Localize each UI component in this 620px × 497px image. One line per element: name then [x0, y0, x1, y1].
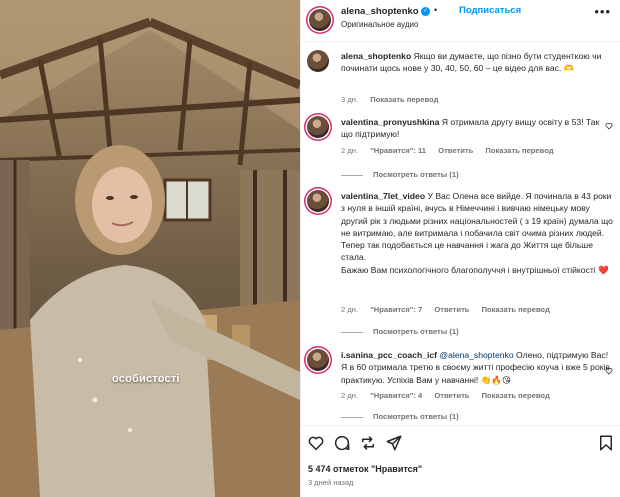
caption-meta: 3 дн. Показать перевод [341, 95, 448, 104]
repost-icon[interactable] [359, 434, 377, 452]
comment-reply-link[interactable]: Ответить [434, 305, 469, 314]
caption-avatar[interactable] [307, 50, 329, 72]
comment-reply-link[interactable]: Ответить [434, 391, 469, 400]
replies-divider-line [341, 331, 363, 333]
comment-likes-count[interactable]: "Нравится": 7 [370, 305, 422, 314]
comment-item: i.sanina_pcc_coach_icf @alena_shoptenko … [301, 347, 620, 425]
comment-body: У Вас Олена все вийде. Я починала в 43 р… [341, 191, 613, 275]
comment-text: i.sanina_pcc_coach_icf @alena_shoptenko … [341, 349, 613, 386]
comments-list[interactable]: alena_shoptenko Якщо ви думаєте, що пізн… [301, 42, 620, 425]
post-caption: alena_shoptenko Якщо ви думаєте, що пізн… [301, 48, 620, 108]
comment-age: 2 дн. [341, 305, 359, 314]
author-username[interactable]: alena_shoptenko [341, 6, 419, 17]
comment-reply-link[interactable]: Ответить [438, 146, 473, 155]
post-actions-footer: 5 474 отметок "Нравится" 3 дней назад [301, 425, 620, 497]
comment-like-heart-icon[interactable] [605, 367, 613, 375]
comment-age: 2 дн. [341, 146, 359, 155]
view-replies-label[interactable]: Посмотреть ответы (1) [373, 170, 459, 179]
save-bookmark-icon[interactable] [597, 434, 615, 452]
comment-meta: 2 дн. "Нравится": 4 Ответить Показать пе… [341, 391, 560, 400]
view-replies-label[interactable]: Посмотреть ответы (1) [373, 327, 459, 336]
more-options-icon[interactable]: ••• [594, 4, 611, 19]
comment-item: valentina_7let_video У Вас Олена все вий… [301, 188, 620, 340]
author-avatar[interactable] [309, 9, 331, 31]
caption-translate-link[interactable]: Показать перевод [370, 95, 438, 104]
caption-username[interactable]: alena_shoptenko [341, 51, 411, 61]
view-replies-label[interactable]: Посмотреть ответы (1) [373, 412, 459, 421]
caption-age: 3 дн. [341, 95, 359, 104]
post-date: 3 дней назад [308, 478, 354, 487]
replies-divider-line [341, 174, 363, 176]
comment-translate-link[interactable]: Показать перевод [482, 305, 550, 314]
view-replies-link[interactable]: Посмотреть ответы (1) [341, 412, 459, 421]
comment-translate-link[interactable]: Показать перевод [485, 146, 553, 155]
comment-avatar[interactable] [307, 190, 329, 212]
comment-mention[interactable]: @alena_shoptenko [439, 350, 513, 360]
video-frame [0, 0, 300, 497]
comment-like-heart-icon[interactable] [605, 122, 613, 130]
comment-likes-count[interactable]: "Нравится": 4 [370, 391, 422, 400]
post-header: alena_shoptenko ✓ • Подписаться Оригинал… [301, 0, 620, 42]
follow-button[interactable]: Подписаться [459, 5, 521, 16]
comment-username[interactable]: valentina_pronyushkina [341, 117, 439, 127]
comment-item: valentina_pronyushkina Я отримала другу … [301, 114, 620, 186]
likes-count[interactable]: 5 474 отметок "Нравится" [308, 464, 422, 474]
share-send-icon[interactable] [385, 434, 403, 452]
comment-avatar[interactable] [307, 116, 329, 138]
comment-age: 2 дн. [341, 391, 359, 400]
comment-avatar[interactable] [307, 349, 329, 371]
post-viewer: особистості alena_shoptenko ✓ • Подписат… [0, 0, 620, 497]
comment-likes-count[interactable]: "Нравится": 11 [370, 146, 426, 155]
verified-badge-icon: ✓ [421, 7, 430, 16]
separator-dot: • [434, 5, 438, 15]
like-heart-icon[interactable] [307, 434, 325, 452]
replies-divider-line [341, 416, 363, 418]
view-replies-link[interactable]: Посмотреть ответы (1) [341, 170, 459, 179]
audio-label[interactable]: Оригинальное аудио [341, 20, 418, 29]
comment-username[interactable]: i.sanina_pcc_coach_icf [341, 350, 437, 360]
post-video[interactable]: особистості [0, 0, 300, 497]
comment-meta: 2 дн. "Нравится": 7 Ответить Показать пе… [341, 305, 560, 314]
comment-translate-link[interactable]: Показать перевод [482, 391, 550, 400]
post-side-panel: alena_shoptenko ✓ • Подписаться Оригинал… [300, 0, 620, 497]
comment-username[interactable]: valentina_7let_video [341, 191, 425, 201]
comment-bubble-icon[interactable] [333, 434, 351, 452]
comment-text: valentina_pronyushkina Я отримала другу … [341, 116, 613, 141]
comment-text: valentina_7let_video У Вас Олена все вий… [341, 190, 613, 276]
caption-text: alena_shoptenko Якщо ви думаєте, що пізн… [341, 50, 613, 75]
comment-meta: 2 дн. "Нравится": 11 Ответить Показать п… [341, 146, 564, 155]
video-caption-overlay: особистості [112, 373, 180, 385]
view-replies-link[interactable]: Посмотреть ответы (1) [341, 327, 459, 336]
